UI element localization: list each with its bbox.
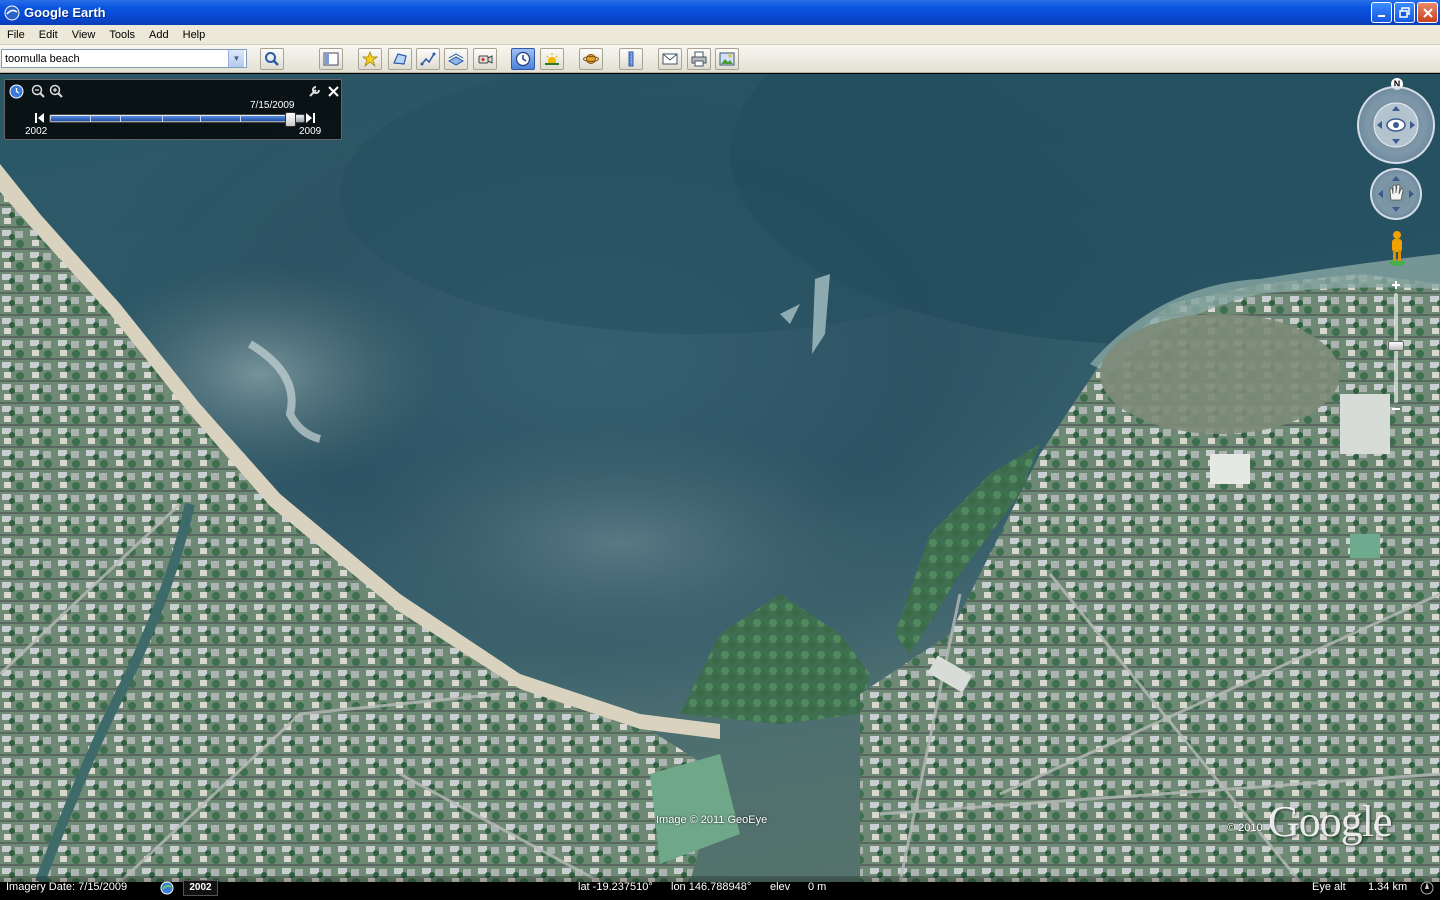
imagery-date: Imagery Date: 7/15/2009 — [6, 881, 128, 893]
search-history-dropdown[interactable]: ▼ — [228, 50, 244, 67]
toolbar: ▼ — [0, 45, 1440, 73]
sunlight-button[interactable] — [540, 48, 564, 70]
chevron-down-icon: ▼ — [232, 54, 241, 63]
elevation-value: 0 m — [808, 881, 827, 893]
zoom-in-time-icon[interactable] — [49, 84, 64, 99]
menu-bar: File Edit View Tools Add Help — [0, 25, 1440, 45]
move-joystick[interactable] — [1370, 168, 1422, 220]
email-button[interactable] — [658, 48, 682, 70]
menu-help[interactable]: Help — [176, 29, 213, 41]
save-image-button[interactable] — [715, 48, 739, 70]
current-date-label: 7/15/2009 — [250, 100, 295, 111]
planet-icon — [583, 54, 599, 64]
zoom-out-time-icon[interactable] — [31, 84, 46, 99]
slider-tick — [162, 115, 163, 122]
save-image-icon — [719, 52, 735, 66]
longitude-readout: lon 146.788948° — [671, 881, 752, 893]
ruler-icon — [628, 51, 634, 67]
eye-icon — [1373, 102, 1419, 148]
imagery-copyright: Image © 2011 GeoEye — [656, 814, 768, 826]
placemark-icon — [362, 51, 378, 67]
record-tour-icon — [478, 55, 493, 64]
search-button[interactable] — [260, 48, 284, 70]
historical-imagery-button[interactable] — [511, 48, 535, 70]
satellite-imagery — [0, 74, 1440, 882]
menu-view[interactable]: View — [65, 29, 103, 41]
zoom-thumb[interactable] — [1388, 341, 1404, 351]
map-view[interactable] — [0, 74, 1440, 882]
menu-edit[interactable]: Edit — [32, 29, 65, 41]
close-icon — [1422, 7, 1433, 18]
add-placemark-button[interactable] — [358, 48, 382, 70]
email-icon — [662, 53, 678, 65]
close-button[interactable] — [1417, 2, 1438, 23]
add-image-overlay-button[interactable] — [444, 48, 468, 70]
minimize-button[interactable] — [1371, 2, 1392, 23]
zoom-slider[interactable] — [1387, 279, 1405, 417]
slider-tick — [240, 115, 241, 122]
street-view-pegman-icon[interactable] — [1387, 230, 1407, 266]
zoom-out-icon[interactable] — [1390, 403, 1402, 415]
elevation-label: elev — [770, 881, 791, 893]
restore-icon — [1399, 7, 1410, 18]
wrench-icon[interactable] — [307, 84, 322, 99]
menu-tools[interactable]: Tools — [102, 29, 142, 41]
google-earth-app-icon — [4, 5, 20, 20]
search-input[interactable] — [2, 52, 228, 65]
menu-add[interactable]: Add — [142, 29, 176, 41]
record-tour-button[interactable] — [473, 48, 497, 70]
start-year-label: 2002 — [25, 126, 48, 137]
time-slider-track[interactable] — [49, 112, 305, 127]
navigation-controls: N — [1350, 74, 1440, 434]
google-logo: Google — [1268, 797, 1393, 846]
historical-imagery-slider: 7/15/2009 2002 2009 — [4, 79, 342, 140]
add-path-button[interactable] — [416, 48, 440, 70]
search-box: ▼ — [1, 49, 247, 68]
look-joystick[interactable] — [1357, 86, 1435, 164]
imagery-year-chip: 2002 — [183, 880, 218, 896]
planet-switch-button[interactable] — [579, 48, 603, 70]
slider-tick — [120, 115, 121, 122]
window-title: Google Earth — [24, 5, 106, 20]
hand-icon — [1378, 176, 1414, 212]
compass-rose-icon — [1420, 881, 1434, 895]
image-overlay-icon — [448, 53, 464, 66]
skip-forward-icon[interactable] — [305, 112, 316, 124]
time-slider-fill — [51, 116, 289, 121]
streaming-globe-icon — [160, 881, 174, 895]
eye-alt-label: Eye alt — [1312, 881, 1346, 893]
search-icon — [265, 52, 279, 66]
print-button[interactable] — [687, 48, 711, 70]
latitude-readout: lat -19.237510° — [578, 881, 653, 893]
eye-alt-value: 1.34 km — [1368, 881, 1408, 893]
zoom-in-icon[interactable] — [1390, 279, 1402, 291]
restore-button[interactable] — [1394, 2, 1415, 23]
add-polygon-button[interactable] — [388, 48, 412, 70]
historical-imagery-icon — [515, 51, 531, 67]
menu-file[interactable]: File — [0, 29, 32, 41]
print-icon — [691, 51, 707, 67]
sunlight-icon — [545, 53, 559, 65]
polygon-icon — [393, 53, 407, 65]
sidebar-toggle-button[interactable] — [319, 48, 343, 70]
map-copyright-year: © 2010 — [1227, 822, 1263, 834]
clock-icon[interactable] — [9, 84, 24, 99]
skip-back-icon[interactable] — [34, 112, 45, 124]
title-bar: Google Earth — [0, 0, 1440, 25]
slider-tick — [90, 115, 91, 122]
close-panel-icon[interactable] — [326, 84, 341, 99]
time-slider-thumb[interactable] — [285, 112, 297, 127]
ruler-button[interactable] — [619, 48, 643, 70]
minimize-icon — [1377, 14, 1385, 17]
slider-tick — [200, 115, 201, 122]
end-year-label: 2009 — [299, 126, 322, 137]
sidebar-toggle-icon — [323, 52, 339, 66]
path-icon — [420, 52, 436, 66]
